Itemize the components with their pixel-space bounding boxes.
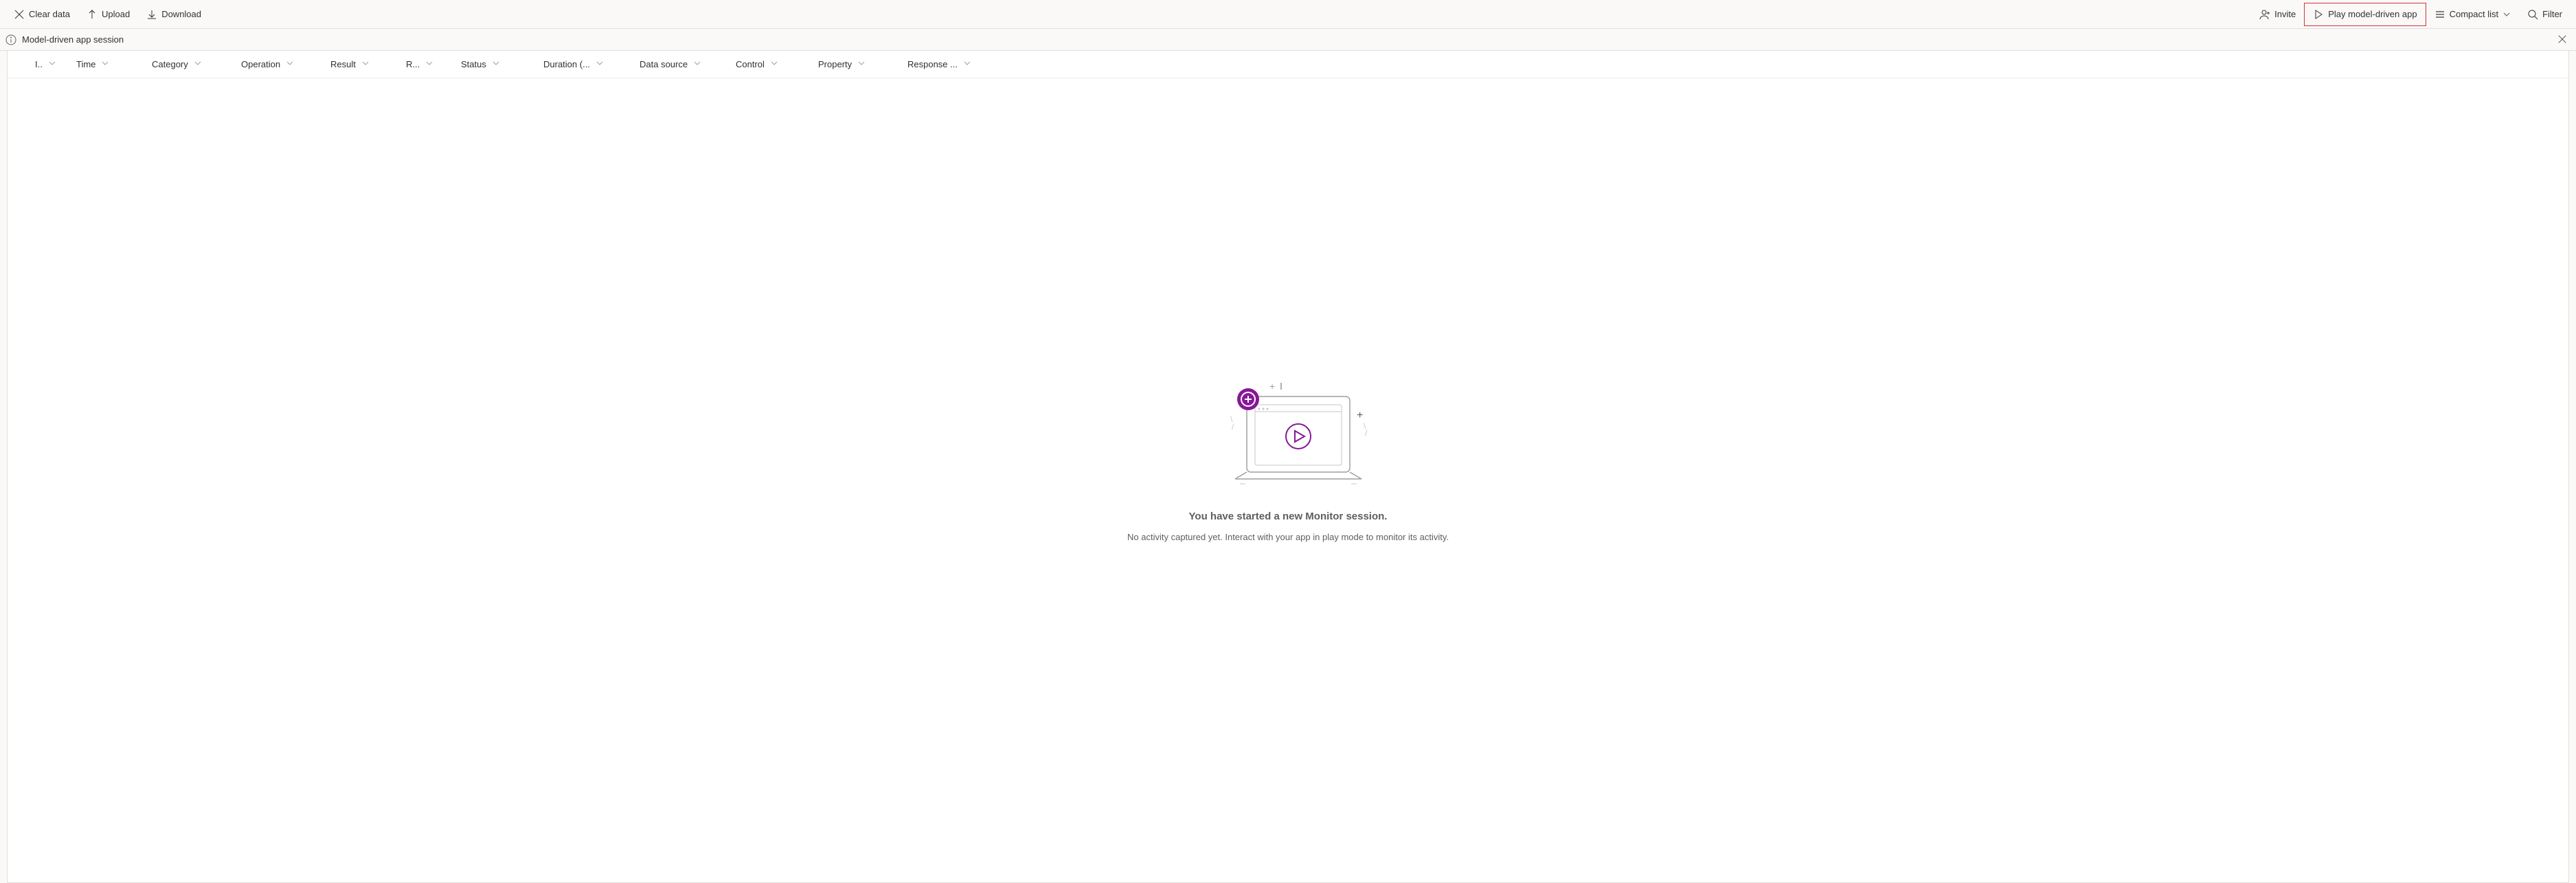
empty-state: + \ / + \ / — [8, 78, 2568, 882]
invite-label: Invite — [2274, 9, 2296, 19]
col-duration-label: Duration (... — [543, 59, 590, 69]
filter-button[interactable]: Filter — [2519, 3, 2571, 26]
col-response[interactable]: Response ... — [902, 51, 998, 78]
close-icon — [2557, 34, 2568, 45]
col-category[interactable]: Category — [146, 51, 236, 78]
download-label: Download — [161, 9, 201, 19]
chevron-down-icon — [857, 59, 866, 69]
session-info-bar: Model-driven app session — [0, 29, 2576, 51]
session-label: Model-driven app session — [22, 34, 124, 45]
chevron-down-icon — [286, 59, 294, 69]
col-result[interactable]: Result — [325, 51, 400, 78]
compact-list-label: Compact list — [2450, 9, 2499, 19]
svg-text:/: / — [1232, 422, 1234, 432]
close-session-button[interactable] — [2554, 31, 2571, 49]
col-data-source-label: Data source — [640, 59, 688, 69]
empty-state-title: You have started a new Monitor session. — [1189, 511, 1388, 522]
chevron-down-icon — [101, 59, 109, 69]
clear-data-button[interactable]: Clear data — [5, 3, 78, 26]
col-duration[interactable]: Duration (... — [538, 51, 634, 78]
chevron-down-icon — [963, 59, 971, 69]
chevron-down-icon — [425, 59, 433, 69]
download-button[interactable]: Download — [138, 3, 210, 26]
col-id-label: I.. — [35, 59, 43, 69]
col-control[interactable]: Control — [730, 51, 813, 78]
empty-state-subtitle: No activity captured yet. Interact with … — [1127, 532, 1449, 542]
chevron-down-icon — [596, 59, 604, 69]
col-operation[interactable]: Operation — [236, 51, 325, 78]
col-r2[interactable]: R... — [400, 51, 455, 78]
col-property[interactable]: Property — [813, 51, 902, 78]
chevron-down-icon — [492, 59, 500, 69]
col-r2-label: R... — [406, 59, 420, 69]
col-control-label: Control — [736, 59, 765, 69]
upload-icon — [87, 9, 98, 20]
col-status[interactable]: Status — [455, 51, 538, 78]
col-response-label: Response ... — [907, 59, 958, 69]
col-time[interactable]: Time — [71, 51, 146, 78]
upload-label: Upload — [102, 9, 130, 19]
chevron-down-icon — [361, 59, 370, 69]
col-property-label: Property — [818, 59, 852, 69]
invite-icon — [2259, 9, 2270, 20]
play-app-label: Play model-driven app — [2328, 9, 2417, 19]
col-operation-label: Operation — [241, 59, 280, 69]
compact-list-icon — [2434, 9, 2445, 20]
close-icon — [14, 9, 25, 20]
chevron-down-icon — [194, 59, 202, 69]
col-data-source[interactable]: Data source — [634, 51, 730, 78]
filter-label: Filter — [2542, 9, 2562, 19]
search-icon — [2527, 9, 2538, 20]
play-app-button[interactable]: Play model-driven app — [2304, 3, 2426, 26]
col-time-label: Time — [76, 59, 95, 69]
clear-data-label: Clear data — [29, 9, 70, 19]
chevron-down-icon — [2502, 10, 2511, 19]
col-category-label: Category — [152, 59, 188, 69]
compact-list-button[interactable]: Compact list — [2426, 3, 2520, 26]
empty-state-illustration: + \ / + \ / — [1199, 377, 1377, 501]
invite-button[interactable]: Invite — [2251, 3, 2304, 26]
chevron-down-icon — [693, 59, 701, 69]
top-toolbar: Clear data Upload Download Invite Pl — [0, 0, 2576, 29]
svg-text:/: / — [1365, 428, 1368, 438]
toolbar-right-group: Invite Play model-driven app Compact lis… — [2251, 3, 2571, 26]
col-result-label: Result — [330, 59, 356, 69]
svg-text:+: + — [1269, 381, 1275, 392]
col-id[interactable]: I.. — [30, 51, 71, 78]
info-icon — [5, 34, 16, 45]
chevron-down-icon — [770, 59, 778, 69]
monitor-content: I.. Time Category Operation Result R... … — [7, 51, 2569, 883]
play-icon — [2313, 9, 2324, 20]
toolbar-left-group: Clear data Upload Download — [5, 3, 210, 26]
svg-text:+: + — [1357, 410, 1363, 421]
chevron-down-icon — [48, 59, 56, 69]
col-status-label: Status — [461, 59, 486, 69]
upload-button[interactable]: Upload — [78, 3, 138, 26]
download-icon — [146, 9, 157, 20]
table-header: I.. Time Category Operation Result R... … — [8, 51, 2568, 78]
